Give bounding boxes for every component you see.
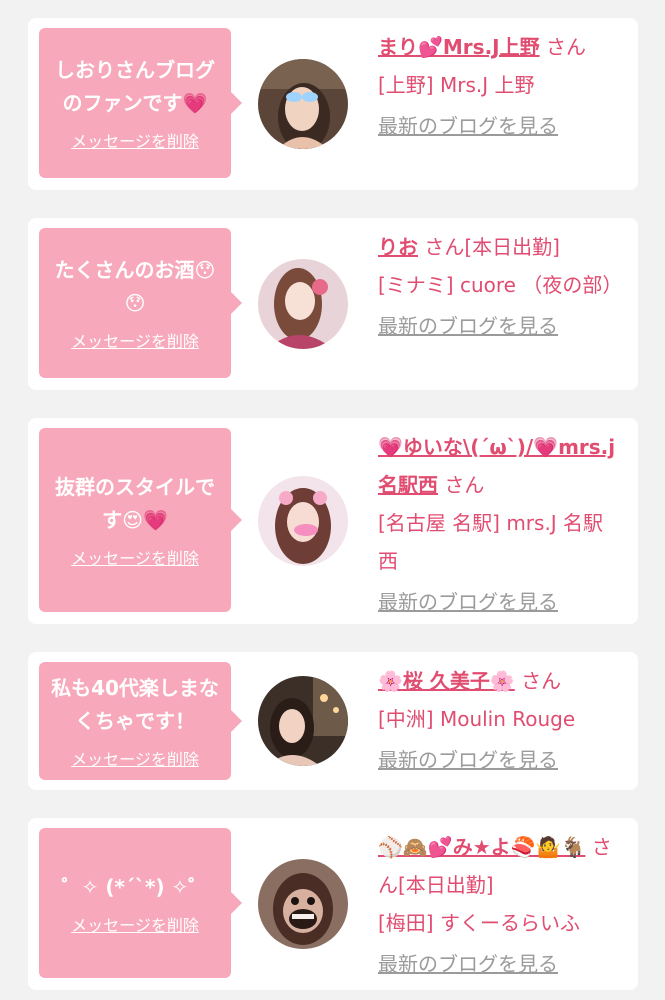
delete-message-link[interactable]: メッセージを削除 (71, 746, 199, 770)
message-bubble: しおりさんブログのファンです💗 メッセージを削除 (39, 28, 242, 178)
latest-blog-link[interactable]: 最新のブログを見る (378, 948, 558, 980)
fan-suffix: さん (521, 669, 562, 693)
fan-message: 抜群のスタイルです😍💗 (55, 475, 215, 532)
avatar[interactable] (258, 259, 348, 349)
fan-shop: [ミナミ] cuore （夜の部） (378, 273, 623, 297)
fan-nickname-link[interactable]: りお (378, 235, 418, 259)
fan-nickname-link[interactable]: 🌸桜 久美子🌸 (378, 669, 515, 693)
fan-info: りお さん[本日出勤] [ミナミ] cuore （夜の部） 最新のブログを見る (378, 228, 623, 345)
fan-info: 🌸桜 久美子🌸 さん [中洲] Moulin Rouge 最新のブログを見る (378, 662, 620, 779)
fan-shop: [名古屋 名駅] mrs.J 名駅西 (378, 511, 604, 573)
message-bubble: ゜✧ (*´`*) ✧゜ メッセージを削除 (39, 828, 242, 978)
delete-message-link[interactable]: メッセージを削除 (71, 328, 199, 352)
delete-message-link[interactable]: メッセージを削除 (71, 128, 199, 152)
fan-info: まり💕Mrs.J上野 さん [上野] Mrs.J 上野 最新のブログを見る (378, 28, 620, 145)
latest-blog-link[interactable]: 最新のブログを見る (378, 586, 558, 618)
fan-message: 私も40代楽しまなくちゃです！ (51, 676, 219, 733)
fan-nickname-link[interactable]: ⚾🙈💕み★よ🍣🤷🐐 (378, 835, 585, 859)
fan-card: 私も40代楽しまなくちゃです！ メッセージを削除 🌸桜 久美子🌸 さん [中洲]… (28, 652, 638, 790)
delete-message-link[interactable]: メッセージを削除 (71, 912, 199, 936)
fan-message: ゜✧ (*´`*) ✧゜ (61, 874, 209, 899)
fan-shop: [中洲] Moulin Rouge (378, 707, 576, 731)
fan-shop: [梅田] すくーるらいふ (378, 911, 580, 935)
fan-info: 💗ゆいな\(´ω`)/💗mrs.j名駅西 さん [名古屋 名駅] mrs.J 名… (378, 428, 620, 621)
avatar[interactable] (258, 859, 348, 949)
fan-card: ゜✧ (*´`*) ✧゜ メッセージを削除 ⚾🙈💕み★よ🍣🤷🐐 さん[本日出勤]… (28, 818, 638, 990)
message-bubble: 抜群のスタイルです😍💗 メッセージを削除 (39, 428, 242, 612)
latest-blog-link[interactable]: 最新のブログを見る (378, 744, 558, 776)
delete-message-link[interactable]: メッセージを削除 (71, 545, 199, 569)
fan-card: たくさんのお酒😯😯 メッセージを削除 りお さん[本日出勤] [ミナミ] cuo… (28, 218, 638, 390)
fan-message: たくさんのお酒😯😯 (54, 258, 216, 315)
message-bubble: たくさんのお酒😯😯 メッセージを削除 (39, 228, 242, 378)
message-bubble: 私も40代楽しまなくちゃです！ メッセージを削除 (39, 662, 242, 780)
latest-blog-link[interactable]: 最新のブログを見る (378, 310, 558, 342)
fan-suffix: さん (545, 35, 586, 59)
fan-card: しおりさんブログのファンです💗 メッセージを削除 まり💕Mrs.J上野 さん [… (28, 18, 638, 190)
latest-blog-link[interactable]: 最新のブログを見る (378, 110, 558, 142)
avatar[interactable] (258, 476, 348, 566)
avatar[interactable] (258, 676, 348, 766)
fan-info: ⚾🙈💕み★よ🍣🤷🐐 さん[本日出勤] [梅田] すくーるらいふ 最新のブログを見… (378, 828, 620, 983)
fan-nickname-link[interactable]: まり💕Mrs.J上野 (378, 35, 540, 59)
fan-card: 抜群のスタイルです😍💗 メッセージを削除 💗ゆいな\(´ω`)/💗mrs.j名駅… (28, 418, 638, 624)
avatar[interactable] (258, 59, 348, 149)
fan-message: しおりさんブログのファンです💗 (55, 58, 215, 115)
fan-suffix: さん[本日出勤] (424, 235, 560, 259)
fan-shop: [上野] Mrs.J 上野 (378, 73, 535, 97)
fan-suffix: さん (444, 473, 485, 497)
fan-nickname-link[interactable]: 💗ゆいな\(´ω`)/💗mrs.j名駅西 (378, 435, 615, 497)
